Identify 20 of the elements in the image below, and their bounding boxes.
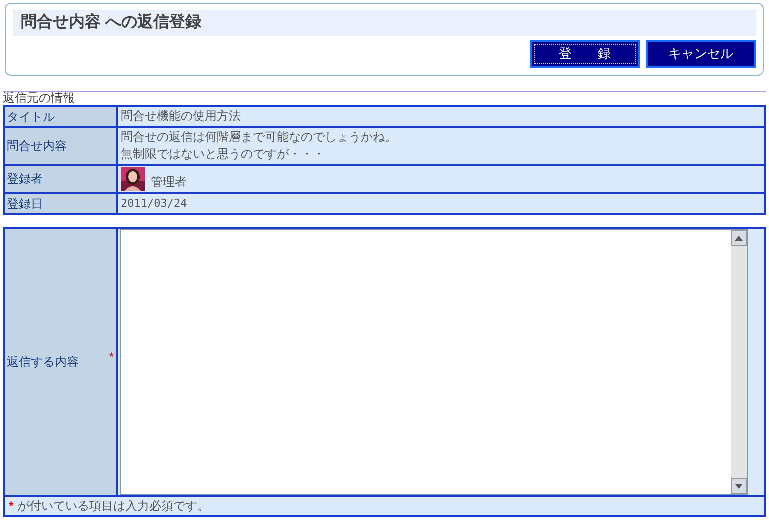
field-value: 問合せの返信は何階層まで可能なのでしょうかね。 bbox=[121, 129, 398, 146]
date-value: 2011/03/24 bbox=[121, 197, 188, 210]
page-title: 問合せ内容 への返信登録 bbox=[13, 10, 756, 36]
field-label: タイトル bbox=[7, 108, 55, 126]
section-caption: 返信元の情報 bbox=[3, 92, 76, 105]
field-label: 登録者 bbox=[7, 171, 43, 188]
scroll-up-icon[interactable] bbox=[731, 230, 747, 246]
field-label: 返信する内容 bbox=[7, 354, 79, 371]
cancel-button[interactable]: キャンセル bbox=[646, 40, 756, 68]
required-note: が付いている項目は入力必須です。 bbox=[18, 498, 210, 515]
field-value: 無制限ではないと思うのですが・・・ bbox=[121, 146, 326, 163]
scrollbar[interactable] bbox=[731, 230, 747, 494]
field-value: 問合せ機能の使用方法 bbox=[121, 108, 242, 125]
field-label: 登録日 bbox=[7, 196, 43, 212]
field-label: 問合せ内容 bbox=[7, 138, 67, 155]
required-mark: * bbox=[109, 349, 114, 366]
register-button[interactable]: 登 録 bbox=[530, 40, 640, 68]
scroll-down-icon[interactable] bbox=[731, 478, 747, 494]
required-mark: * bbox=[9, 498, 14, 515]
user-name: 管理者 bbox=[151, 174, 187, 191]
